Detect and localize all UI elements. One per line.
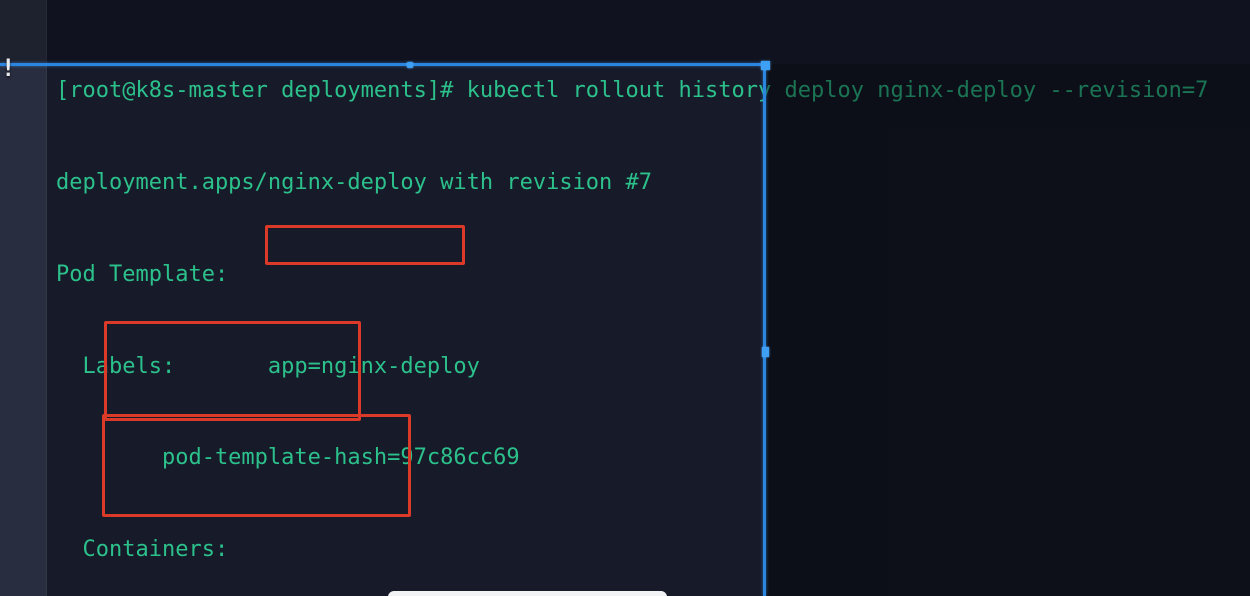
selection-right-edge[interactable] (763, 63, 766, 596)
partial-white-panel (388, 591, 667, 596)
selection-handle-top-mid-icon[interactable] (407, 62, 413, 68)
selection-handle-top-right-icon[interactable] (761, 61, 770, 70)
screenshot-root: [root@k8s-master deployments]# kubectl r… (0, 0, 1250, 596)
annotation-box-requests-section (102, 414, 411, 517)
terminal-command-line: [root@k8s-master deployments]# kubectl r… (56, 76, 1208, 107)
left-sidebar (0, 0, 47, 596)
terminal-line-revision: deployment.apps/nginx-deploy with revisi… (56, 168, 1208, 199)
selection-handle-mid-right-icon[interactable] (762, 347, 769, 357)
exclamation-cursor-icon: ! (1, 55, 15, 85)
terminal-line-pod-template: Pod Template: (56, 260, 1208, 291)
selection-top-edge[interactable] (0, 63, 766, 66)
annotation-box-image-value (265, 225, 465, 265)
annotation-box-limits-section (104, 321, 361, 421)
terminal-line-containers: Containers: (56, 535, 1208, 566)
